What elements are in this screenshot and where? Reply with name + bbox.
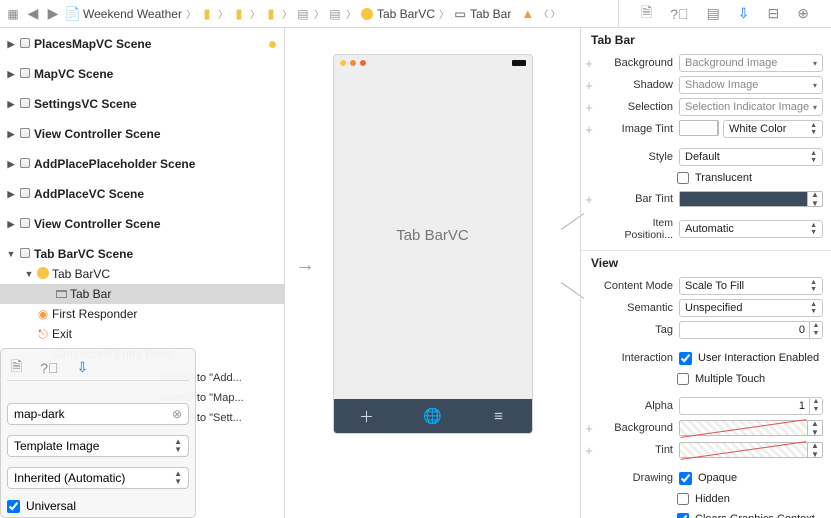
first-responder-icon: ◉ (34, 307, 52, 321)
storyboard-file-icon: ▤ (296, 7, 310, 21)
document-outline: ▶PlacesMapVC Scene ▶MapVC Scene ▶Setting… (0, 28, 285, 518)
simulated-tabbar[interactable]: ＋ 🌐 ≡ (334, 399, 532, 433)
crumb-project: Weekend Weather (83, 7, 182, 21)
identity-inspector-icon[interactable]: ▤ (707, 5, 720, 22)
tabbar-item-globe[interactable]: 🌐 (400, 399, 466, 433)
exit-icon (360, 60, 366, 66)
uie-checkbox[interactable] (679, 352, 692, 365)
multipletouch-checkbox[interactable]: Multiple Touch (581, 369, 831, 389)
first-responder-icon (350, 60, 356, 66)
render-mode-select[interactable]: Template Image ▲▼ (7, 435, 189, 457)
view-background-colorwell[interactable]: ▲▼ (679, 420, 823, 436)
opaque-checkbox[interactable] (679, 472, 692, 485)
scene-child[interactable]: ◉First Responder (0, 304, 284, 324)
related-items-icon[interactable]: ▦ (6, 7, 20, 21)
alpha-field[interactable]: 1▲▼ (679, 397, 823, 415)
add-icon[interactable]: + (581, 421, 597, 436)
crumb-tabbarvc: Tab BarVC (377, 7, 435, 21)
style-select[interactable]: Default▲▼ (679, 148, 823, 166)
storyboard-scene-icon: ▤ (328, 7, 342, 21)
warning-dot-icon (269, 41, 276, 48)
interface-builder-canvas[interactable]: → Tab BarVC ＋ 🌐 ≡ (285, 28, 580, 518)
folder-icon: ▮ (232, 7, 246, 21)
semantic-select[interactable]: Unspecified▲▼ (679, 299, 823, 317)
clears-graphics-checkbox[interactable]: Clears Graphics Context (581, 509, 831, 518)
scene-child[interactable]: ▼Tab BarVC (0, 264, 284, 284)
attributes-inspector-icon[interactable]: ⇩ (738, 5, 750, 22)
hidden-checkbox[interactable]: Hidden (581, 489, 831, 509)
search-value: map-dark (14, 407, 65, 421)
tabbar-object-icon: ▭ (453, 7, 467, 21)
scene-body: Tab BarVC (334, 71, 532, 399)
scene-row[interactable]: ▶View Controller Scene (0, 214, 284, 234)
scene-row[interactable]: ▶MapVC Scene (0, 64, 284, 84)
tabbarvc-icon (340, 60, 346, 66)
view-tint-colorwell[interactable]: ▲▼ (679, 442, 823, 458)
section-header: Tab Bar (581, 28, 831, 52)
breadcrumb-bar: ▦ ◀ ▶ 📄Weekend Weather 〉 ▮〉 ▮〉 ▮〉 ▤〉 ▤〉 … (0, 0, 831, 28)
tabbar-item-add[interactable]: ＋ (334, 399, 400, 433)
warning-icon: ▲ (521, 6, 534, 21)
folder-icon: ▮ (200, 7, 214, 21)
tabbarvc-icon (361, 8, 373, 20)
inspector-tabs: 🗎 ?⃝ ▤ ⇩ ⊟ ⊕ (618, 0, 831, 27)
tabbar-object-icon (56, 290, 67, 298)
jump-bar[interactable]: 📄Weekend Weather 〉 ▮〉 ▮〉 ▮〉 ▤〉 ▤〉 Tab Ba… (66, 6, 511, 21)
tag-field[interactable]: 0▲▼ (679, 321, 823, 339)
scene-row[interactable]: ▶AddPlacePlaceholder Scene (0, 154, 284, 174)
crumb-tabbar: Tab Bar (470, 7, 511, 21)
segue-entry-icon: → (295, 254, 315, 277)
scene-row[interactable]: ▶PlacesMapVC Scene (0, 34, 284, 54)
file-inspector-icon[interactable]: 🗎 (641, 2, 652, 26)
size-inspector-icon[interactable]: ⊟ (768, 5, 780, 22)
add-icon[interactable]: + (581, 192, 597, 207)
swift-file-icon: 📄 (66, 7, 80, 21)
background-image-select[interactable]: Background Image▾ (679, 54, 823, 72)
bartint-colorwell[interactable]: ▲▼ (679, 191, 823, 207)
add-icon[interactable]: + (581, 78, 597, 93)
section-header: View (581, 251, 831, 275)
trait-value: Inherited (Automatic) (14, 471, 125, 485)
add-icon[interactable]: + (581, 56, 597, 71)
scene-row[interactable]: ▶AddPlaceVC Scene (0, 184, 284, 204)
render-value: Template Image (14, 439, 99, 453)
issue-jump[interactable]: ▲ 〈 〉 (511, 6, 569, 21)
nav-back-icon[interactable]: ◀ (26, 7, 40, 21)
selection-image-select[interactable]: Selection Indicator Image▾ (679, 98, 823, 116)
scene-child-selected[interactable]: Tab Bar (0, 284, 284, 304)
scene-row[interactable]: ▶View Controller Scene (0, 124, 284, 144)
scene-row[interactable]: ▼Tab BarVC Scene (0, 244, 284, 264)
add-icon[interactable]: + (581, 100, 597, 115)
image-tint-select[interactable]: White Color▲▼ (723, 120, 823, 138)
add-icon[interactable]: + (581, 443, 597, 458)
shadow-image-select[interactable]: Shadow Image▾ (679, 76, 823, 94)
file-inspector-icon[interactable]: 🗎 (11, 356, 22, 380)
tabbar-item-menu[interactable]: ≡ (466, 399, 532, 433)
scene-row[interactable]: ▶SettingsVC Scene (0, 94, 284, 114)
trait-select[interactable]: Inherited (Automatic) ▲▼ (7, 467, 189, 489)
attributes-inspector-icon[interactable]: ⇩ (77, 359, 89, 376)
clear-icon[interactable]: ⊗ (172, 407, 182, 421)
nav-fwd-icon[interactable]: ▶ (46, 7, 60, 21)
add-icon[interactable]: + (581, 122, 597, 137)
help-inspector-icon[interactable]: ?⃝ (670, 6, 688, 22)
attributes-inspector: Tab Bar +Background Background Image▾ +S… (580, 28, 831, 518)
folder-icon: ▮ (264, 7, 278, 21)
asset-search-field[interactable]: map-dark ⊗ (7, 403, 189, 425)
scene-title: Tab BarVC (396, 227, 469, 244)
battery-icon (512, 60, 526, 66)
universal-checkbox[interactable]: Universal (7, 499, 189, 513)
content-mode-select[interactable]: Scale To Fill▲▼ (679, 277, 823, 295)
tabbarvc-icon (37, 267, 49, 279)
image-tint-colorwell[interactable] (679, 120, 719, 136)
connections-inspector-icon[interactable]: ⊕ (797, 5, 809, 22)
exit-icon: ⎋ (34, 327, 52, 342)
scene-child[interactable]: ⎋Exit (0, 324, 284, 344)
scene-titlebar (334, 55, 532, 71)
simulated-device[interactable]: Tab BarVC ＋ 🌐 ≡ (333, 54, 533, 434)
translucent-checkbox[interactable]: Translucent (581, 168, 831, 188)
item-positioning-select[interactable]: Automatic▲▼ (679, 220, 823, 238)
help-inspector-icon[interactable]: ?⃝ (40, 360, 58, 376)
media-library-panel: 🗎 ?⃝ ⇩ map-dark ⊗ Template Image ▲▼ Inhe… (0, 348, 196, 518)
